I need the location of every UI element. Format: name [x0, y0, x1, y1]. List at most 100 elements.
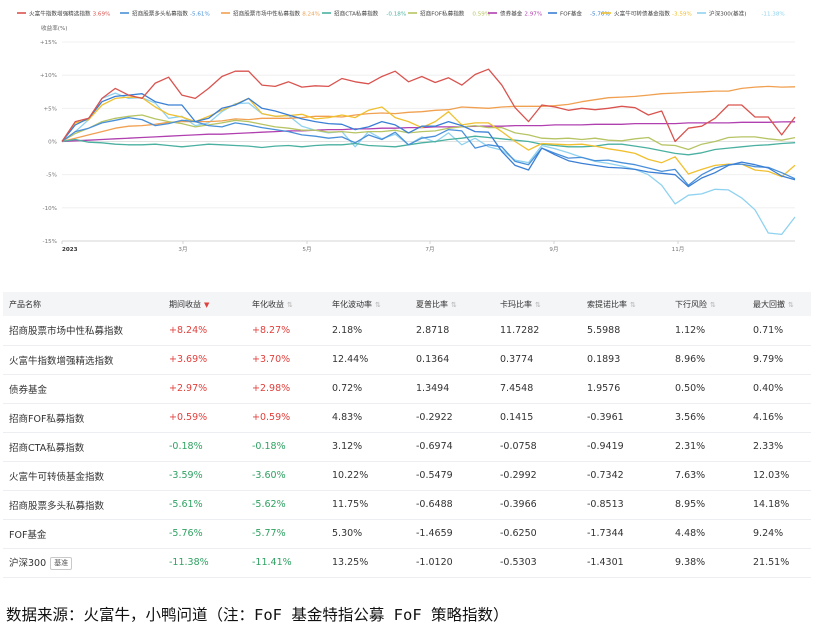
table-row[interactable]: FOF基金 -5.76% -5.77% 5.30% -1.4659 -0.6250 -1.7… [3, 519, 811, 548]
cell-max-drawdown: 14.18% [747, 490, 811, 519]
sort-icon[interactable]: ⇅ [375, 301, 381, 309]
cell-sharpe: -1.0120 [410, 548, 494, 577]
table-row[interactable]: 火富牛指数增强精选指数 +3.69% +3.70% 12.44% 0.1364 0.377… [3, 345, 811, 374]
cell-volatility: 11.75% [326, 490, 410, 519]
cell-max-drawdown: 0.71% [747, 316, 811, 345]
cell-sharpe: -1.4659 [410, 519, 494, 548]
cell-period-return: +0.59% [163, 403, 246, 432]
cell-sortino: 1.9576 [581, 374, 669, 403]
cell-volatility: 12.44% [326, 345, 410, 374]
col-header-sortino[interactable]: 索提诺比率 ⇅ [581, 292, 669, 316]
table-row[interactable]: 招商股票多头私募指数 -5.61% -5.62% 11.75% -0.6488 -0.39… [3, 490, 811, 519]
sort-icon[interactable]: ⇅ [710, 301, 716, 309]
legend-label: 招商CTA私募指数 [334, 10, 379, 18]
cell-period-return: +8.24% [163, 316, 246, 345]
sort-desc-icon[interactable]: ▼ [204, 301, 209, 309]
cell-annual-return-text: +0.59% [252, 412, 291, 423]
cell-calmar: -0.6250 [494, 519, 581, 548]
cell-sharpe: 1.3494 [410, 374, 494, 403]
y-tick-label: +15% [40, 40, 57, 46]
cell-downside-risk: 8.95% [669, 490, 747, 519]
sort-icon[interactable]: ⇅ [535, 301, 541, 309]
legend-label: 沪深300(基准) [709, 10, 746, 18]
cell-volatility: 13.25% [326, 548, 410, 577]
cell-downside-risk: 8.96% [669, 345, 747, 374]
cell-annual-return: +8.27% [246, 316, 326, 345]
cell-product-name: 招商股票市场中性私募指数 [3, 316, 163, 345]
cell-period-return: -0.18% [163, 432, 246, 461]
cell-volatility-text: 10.22% [332, 470, 369, 481]
cell-product-name: 沪深300 基准 [3, 548, 163, 577]
legend-label: 火富牛可转债基金指数 [614, 10, 670, 18]
cell-volatility-text: 0.72% [332, 383, 363, 394]
cell-sortino-text: -1.7344 [587, 528, 624, 539]
cell-annual-return: -3.60% [246, 461, 326, 490]
cell-sharpe: 0.1364 [410, 345, 494, 374]
table-row[interactable]: 债券基金 +2.97% +2.98% 0.72% 1.3494 7.4548 1.9576 0… [3, 374, 811, 403]
cell-downside-risk-text: 3.56% [675, 412, 706, 423]
cell-period-return-text: -3.59% [169, 470, 203, 481]
cell-product-name: 招商股票多头私募指数 [3, 490, 163, 519]
y-tick-label: -5% [46, 173, 57, 179]
cell-max-drawdown-text: 0.40% [753, 383, 784, 394]
table-header-row: 产品名称 期间收益 ▼ 年化收益 ⇅ 年化波动率 ⇅ 夏普比率 ⇅ 卡玛比率 ⇅ 索提诺比… [3, 292, 811, 316]
cell-max-drawdown: 4.16% [747, 403, 811, 432]
cell-calmar: 11.7282 [494, 316, 581, 345]
cell-volatility-text: 5.30% [332, 528, 363, 539]
cell-sharpe: -0.6974 [410, 432, 494, 461]
table-body: 招商股票市场中性私募指数 +8.24% +8.27% 2.18% 2.8718 11.72… [3, 316, 811, 577]
col-header-sharpe[interactable]: 夏普比率 ⇅ [410, 292, 494, 316]
col-header-annual-return[interactable]: 年化收益 ⇅ [246, 292, 326, 316]
cell-product-name: 债券基金 [3, 374, 163, 403]
cell-period-return: -5.76% [163, 519, 246, 548]
table-row[interactable]: 沪深300 基准 -11.38% -11.41% 13.25% -1.0120 -0.530… [3, 548, 811, 577]
cell-calmar-text: -0.2992 [500, 470, 537, 481]
cell-sharpe-text: 0.1364 [416, 354, 450, 365]
x-tick-label: 2023 [62, 247, 78, 253]
cell-product-name: FOF基金 [3, 519, 163, 548]
col-header-volatility[interactable]: 年化波动率 ⇅ [326, 292, 410, 316]
col-header-calmar[interactable]: 卡玛比率 ⇅ [494, 292, 581, 316]
sort-icon[interactable]: ⇅ [630, 301, 636, 309]
cell-max-drawdown-text: 0.71% [753, 324, 784, 336]
sort-icon[interactable]: ⇅ [287, 301, 293, 309]
col-header-max-drawdown[interactable]: 最大回撤 ⇅ [747, 292, 811, 316]
cell-downside-risk: 2.31% [669, 432, 747, 461]
cell-sortino-text: -0.3961 [587, 412, 624, 423]
table-row[interactable]: 招商股票市场中性私募指数 +8.24% +8.27% 2.18% 2.8718 11.72… [3, 316, 811, 345]
cell-sharpe-text: 1.3494 [416, 383, 450, 394]
sort-icon[interactable]: ⇅ [788, 301, 794, 309]
cell-annual-return: -5.77% [246, 519, 326, 548]
legend-label: FOF基金 [560, 10, 582, 18]
y-tick-label: +10% [40, 73, 57, 79]
legend-value: 0.59% [472, 12, 490, 18]
cell-period-return-text: -5.61% [169, 499, 203, 510]
cell-annual-return-text: -5.77% [252, 528, 286, 539]
cell-calmar-text: 0.3774 [500, 354, 534, 365]
table-row[interactable]: 招商FOF私募指数 +0.59% +0.59% 4.83% -0.2922 0.1415 -… [3, 403, 811, 432]
cell-downside-risk: 9.38% [669, 548, 747, 577]
cell-sortino: -0.9419 [581, 432, 669, 461]
cell-sortino: -0.7342 [581, 461, 669, 490]
x-tick-label: 9月 [549, 246, 558, 253]
cell-sharpe: 2.8718 [410, 316, 494, 345]
col-header-period-return[interactable]: 期间收益 ▼ [163, 292, 246, 316]
cell-max-drawdown-text: 9.24% [753, 528, 784, 539]
cell-volatility: 2.18% [326, 316, 410, 345]
table-row[interactable]: 招商CTA私募指数 -0.18% -0.18% 3.12% -0.6974 -0.0758… [3, 432, 811, 461]
cell-max-drawdown: 0.40% [747, 374, 811, 403]
cell-volatility-text: 3.12% [332, 441, 363, 452]
cell-period-return-text: +0.59% [169, 412, 208, 423]
cell-max-drawdown: 9.24% [747, 519, 811, 548]
legend-value: -3.59% [672, 12, 692, 18]
cell-sharpe: -0.2922 [410, 403, 494, 432]
cell-volatility: 10.22% [326, 461, 410, 490]
cell-product-name-text: 招商股票市场中性私募指数 [9, 326, 124, 338]
cell-annual-return: -11.41% [246, 548, 326, 577]
col-header-downside-risk[interactable]: 下行风险 ⇅ [669, 292, 747, 316]
x-tick-label: 3月 [178, 246, 187, 253]
cell-volatility-text: 12.44% [332, 354, 369, 365]
cell-period-return-text: -0.18% [169, 441, 203, 452]
sort-icon[interactable]: ⇅ [451, 301, 457, 309]
table-row[interactable]: 火富牛可转债基金指数 -3.59% -3.60% 10.22% -0.5479 -0.29… [3, 461, 811, 490]
